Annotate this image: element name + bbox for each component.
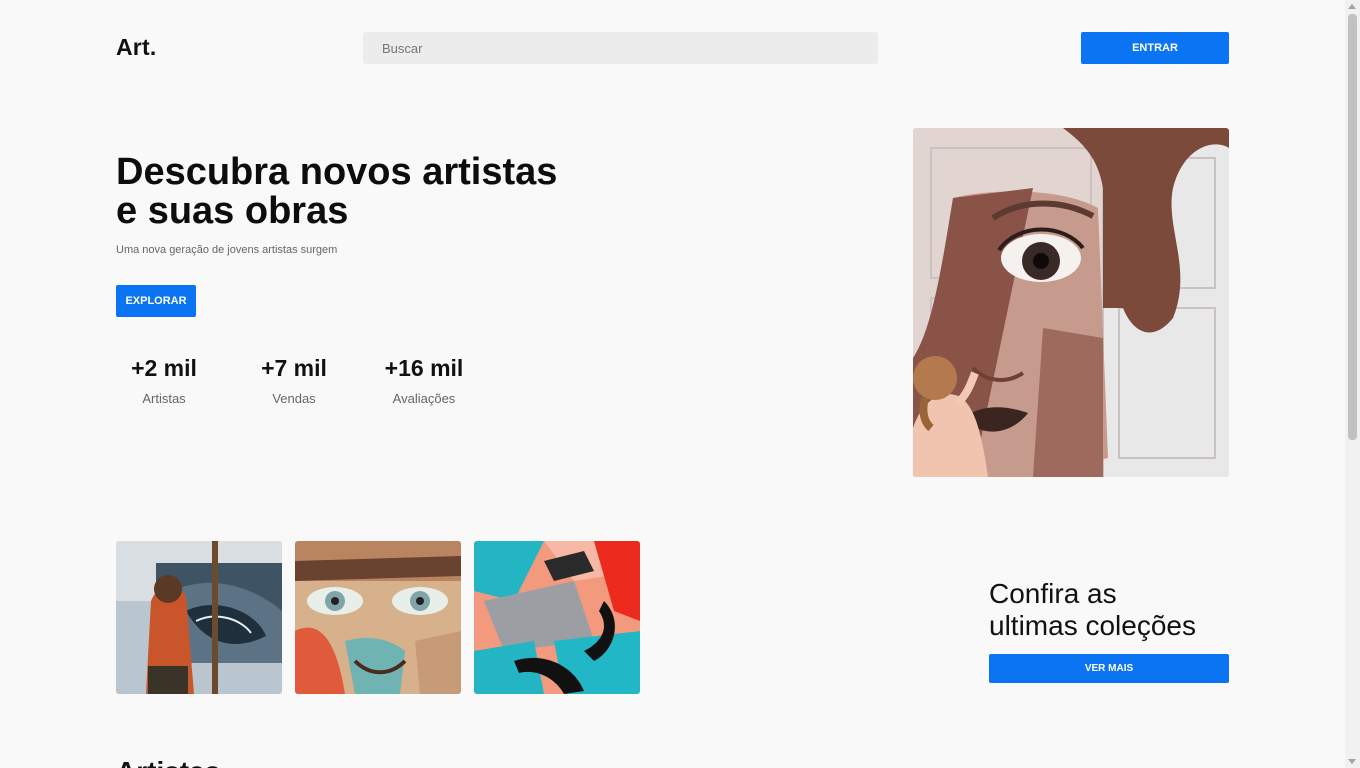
vertical-scrollbar[interactable]: [1345, 0, 1360, 768]
stat-sales: +7 mil Vendas: [244, 355, 344, 406]
collections-title-line1: Confira as: [989, 578, 1117, 609]
stat-reviews: +16 mil Avaliações: [374, 355, 474, 406]
hero-title-line1: Descubra novos artistas: [116, 151, 558, 193]
hero-title-line2: e suas obras: [116, 190, 349, 232]
explore-button[interactable]: EXPLORAR: [116, 285, 196, 317]
stat-value: +7 mil: [261, 355, 327, 381]
hero-image: [913, 128, 1229, 477]
logo[interactable]: Art.: [116, 34, 156, 61]
stat-label: Avaliações: [392, 391, 456, 406]
scroll-down-icon[interactable]: [1348, 759, 1356, 764]
stat-value: +16 mil: [384, 355, 464, 381]
collections-title-line2: ultimas coleções: [989, 610, 1196, 641]
stat-label: Vendas: [272, 391, 316, 406]
scroll-up-icon[interactable]: [1348, 4, 1356, 9]
hero-title: Descubra novos artistas e suas obras: [116, 153, 636, 231]
login-button[interactable]: ENTRAR: [1081, 32, 1229, 64]
collection-thumbnail[interactable]: [295, 541, 461, 694]
stat-artists: +2 mil Artistas: [114, 355, 214, 406]
search-input[interactable]: [363, 32, 878, 64]
collection-thumbnail[interactable]: [116, 541, 282, 694]
stat-label: Artistas: [142, 391, 186, 406]
artists-section-title: Artistas: [116, 756, 220, 768]
collections-title: Confira as ultimas coleções: [989, 578, 1196, 642]
hero-subtitle: Uma nova geração de jovens artistas surg…: [116, 244, 338, 256]
see-more-button[interactable]: VER MAIS: [989, 654, 1229, 683]
collection-thumbnail[interactable]: [474, 541, 640, 694]
scrollbar-thumb[interactable]: [1348, 14, 1357, 440]
stat-value: +2 mil: [131, 355, 197, 381]
landing-page: Art. ENTRAR Descubra novos artistas e su…: [0, 0, 1360, 768]
